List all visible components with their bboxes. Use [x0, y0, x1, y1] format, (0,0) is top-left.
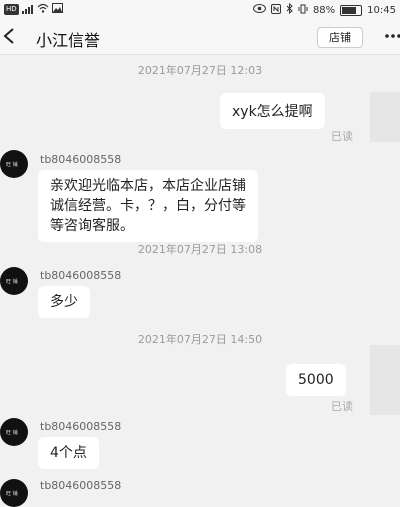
message-line: 等咨询客服。 — [50, 218, 134, 234]
sender-name: tb8046008558 — [40, 269, 122, 282]
sent-message-bubble[interactable]: 5000 — [286, 364, 346, 396]
message-line: 4个点 — [50, 445, 87, 461]
status-bar: HD 88% 10:45 — [0, 0, 400, 20]
timestamp: 2021年07月27日 13:08 — [137, 243, 263, 256]
hd-icon: HD — [4, 4, 19, 15]
scroll-edge — [370, 92, 400, 142]
avatar[interactable]: 旺 铺 — [0, 479, 28, 507]
back-arrow-icon[interactable] — [2, 26, 16, 51]
eye-icon — [252, 4, 266, 16]
message-line: 亲欢迎光临本店，本店企业店铺 — [50, 178, 246, 194]
sender-name: tb8046008558 — [40, 153, 122, 166]
wifi-icon — [37, 3, 49, 16]
chat-header: 小江信誉 店铺 — [0, 20, 400, 55]
avatar[interactable]: 旺 铺 — [0, 418, 28, 446]
battery-icon — [340, 4, 363, 16]
avatar[interactable]: 旺 铺 — [0, 150, 28, 178]
chat-title: 小江信誉 — [36, 31, 101, 50]
shop-button[interactable]: 店铺 — [317, 27, 363, 48]
message-line: 诚信经营。卡，？，白，分付等 — [50, 198, 246, 214]
received-message-bubble[interactable]: 亲欢迎光临本店，本店企业店铺 诚信经营。卡，？，白，分付等 等咨询客服。 — [38, 170, 258, 242]
received-message-bubble[interactable]: 4个点 — [38, 437, 99, 469]
scroll-edge — [370, 345, 400, 415]
read-status: 已读 — [331, 400, 353, 413]
vibrate-icon — [298, 4, 308, 17]
sent-message-bubble[interactable]: xyk怎么提啊 — [220, 93, 325, 129]
clock: 10:45 — [367, 4, 396, 16]
read-status: 已读 — [331, 130, 353, 143]
sender-name: tb8046008558 — [40, 479, 122, 492]
timestamp: 2021年07月27日 12:03 — [137, 64, 263, 77]
image-icon — [51, 3, 63, 16]
sender-name: tb8046008558 — [40, 420, 122, 433]
timestamp: 2021年07月27日 14:50 — [137, 333, 263, 346]
message-line: 多少 — [50, 294, 78, 310]
more-icon[interactable] — [384, 24, 400, 49]
nfc-icon — [270, 3, 281, 17]
signal-icon — [21, 5, 34, 14]
avatar[interactable]: 旺 铺 — [0, 267, 28, 295]
battery-percent: 88% — [312, 4, 336, 16]
bluetooth-icon — [286, 2, 293, 17]
received-message-bubble[interactable]: 多少 — [38, 286, 90, 318]
